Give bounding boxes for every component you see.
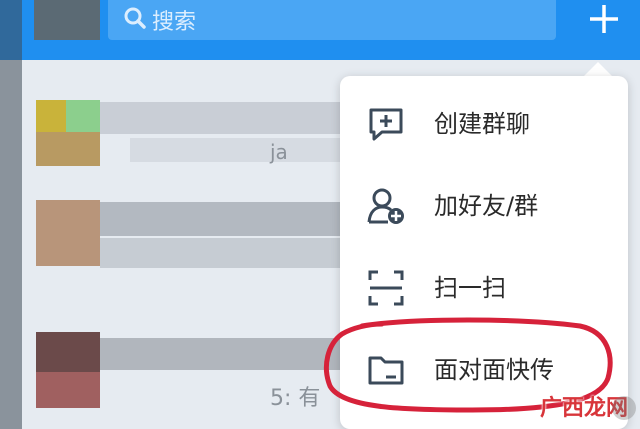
menu-item-label: 加好友/群 xyxy=(434,192,539,220)
list-item-blur[interactable] xyxy=(100,102,340,134)
chat-plus-icon xyxy=(369,108,403,141)
list-item-blur xyxy=(130,138,340,162)
search-bar[interactable]: 搜索 xyxy=(108,0,556,40)
add-friend-icon xyxy=(367,188,404,224)
plus-icon[interactable] xyxy=(584,2,624,36)
list-item-blur[interactable] xyxy=(100,338,340,370)
menu-item-add-friend[interactable]: 加好友/群 xyxy=(340,168,628,238)
list-item-blur xyxy=(100,238,340,268)
avatar xyxy=(34,0,100,40)
list-item-blur[interactable] xyxy=(100,202,340,236)
avatar[interactable] xyxy=(36,200,100,266)
search-placeholder: 搜索 xyxy=(152,10,197,35)
avatar xyxy=(66,100,100,132)
menu-item-create-group[interactable]: 创建群聊 xyxy=(340,86,628,156)
avatar[interactable] xyxy=(36,332,100,372)
chat-fragment: 5: 有 xyxy=(270,386,321,411)
search-icon xyxy=(124,7,146,29)
menu-item-label: 创建群聊 xyxy=(434,110,530,138)
avatar xyxy=(36,132,100,166)
chat-fragment: ja xyxy=(270,140,288,164)
side-strip xyxy=(0,0,22,429)
watermark-logo xyxy=(612,396,636,420)
menu-item-scan[interactable]: 扫一扫 xyxy=(340,250,628,320)
avatar xyxy=(36,372,100,408)
menu-item-label: 扫一扫 xyxy=(434,274,506,302)
scan-icon xyxy=(368,270,404,306)
